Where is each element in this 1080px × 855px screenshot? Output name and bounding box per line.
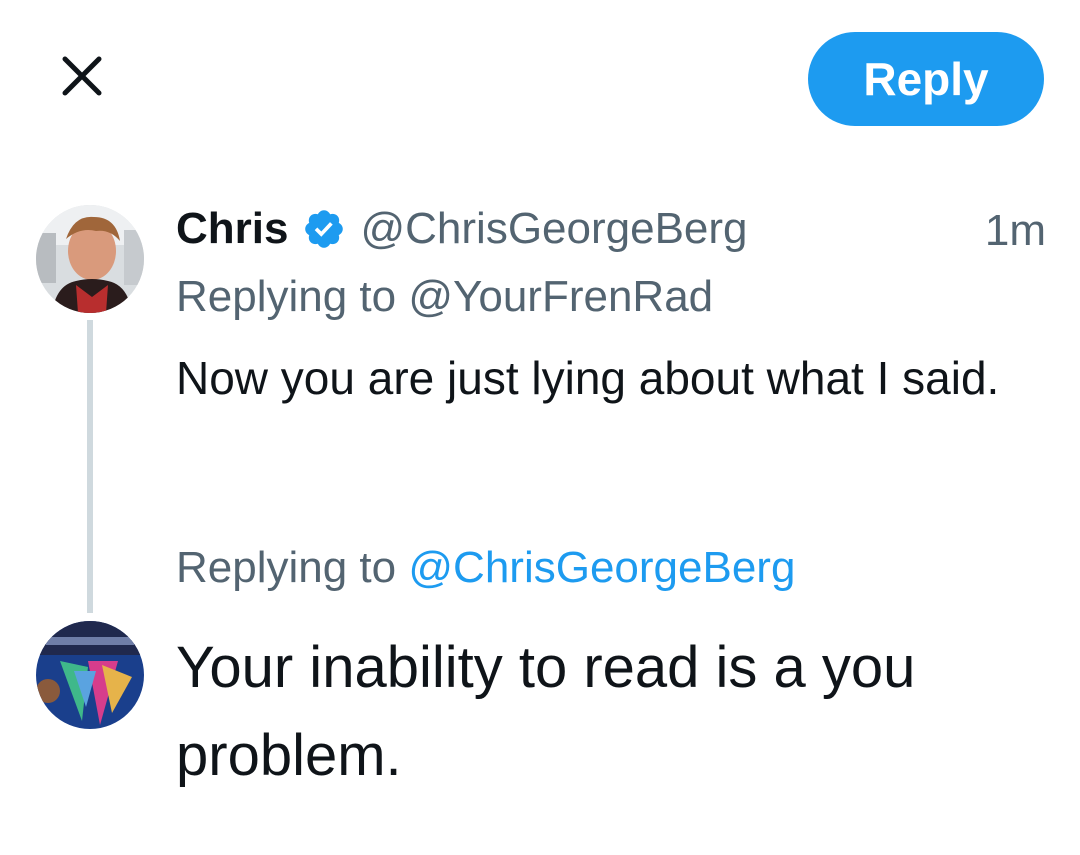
- tweet-timestamp[interactable]: 1m: [985, 206, 1046, 256]
- author-display-name[interactable]: Chris: [176, 204, 288, 254]
- replying-to-prefix: Replying to: [176, 272, 397, 321]
- compose-replying-to-line: Replying to @ChrisGeorgeBerg: [176, 543, 795, 593]
- compose-text-area[interactable]: Your inability to read is a you problem.: [176, 624, 1036, 800]
- compose-replying-to-mention[interactable]: @ChrisGeorgeBerg: [408, 543, 795, 592]
- replying-to-line: Replying to @YourFrenRad: [176, 272, 713, 322]
- thread-connector-line: [87, 320, 93, 613]
- tweet-header: Chris @ChrisGeorgeBerg 1m: [176, 198, 1046, 260]
- compose-replying-to-prefix: Replying to: [176, 543, 397, 592]
- author-avatar[interactable]: [36, 205, 144, 313]
- author-handle[interactable]: @ChrisGeorgeBerg: [360, 204, 747, 254]
- tweet-text: Now you are just lying about what I said…: [176, 352, 1000, 404]
- replying-to-mention[interactable]: @YourFrenRad: [408, 272, 713, 321]
- verified-badge-icon: [302, 207, 346, 251]
- close-button[interactable]: [52, 48, 112, 108]
- user-avatar[interactable]: [36, 621, 144, 729]
- close-icon: [59, 53, 105, 104]
- reply-button[interactable]: Reply: [808, 32, 1044, 126]
